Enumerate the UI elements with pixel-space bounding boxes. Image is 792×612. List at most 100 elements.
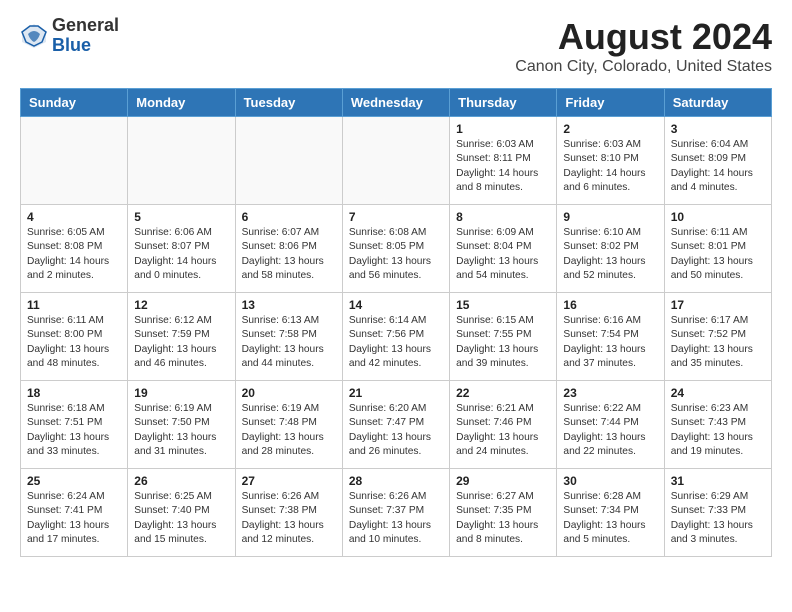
day-number: 11 bbox=[27, 298, 121, 312]
calendar-col-header: Saturday bbox=[664, 89, 771, 117]
day-number: 18 bbox=[27, 386, 121, 400]
calendar-cell: 18Sunrise: 6:18 AM Sunset: 7:51 PM Dayli… bbox=[21, 381, 128, 469]
calendar-cell bbox=[21, 117, 128, 205]
logo-icon bbox=[20, 22, 48, 50]
calendar-cell: 10 Sunrise: 6:11 AM Sunset: 8:01 PM Dayli… bbox=[664, 205, 771, 293]
calendar-cell: 15Sunrise: 6:15 AM Sunset: 7:55 PM Dayli… bbox=[450, 293, 557, 381]
day-info: Sunrise: 6:27 AM Sunset: 7:35 PM Dayligh… bbox=[456, 490, 550, 547]
day-number: 23 bbox=[563, 386, 657, 400]
calendar-cell: 5 Sunrise: 6:06 AM Sunset: 8:07 PM Daylig… bbox=[128, 205, 235, 293]
day-info: Sunrise: 6:25 AM Sunset: 7:40 PM Dayligh… bbox=[134, 490, 228, 547]
calendar-cell: 2Sunrise: 6:03 AM Sunset: 8:10 PM Daylig… bbox=[557, 117, 664, 205]
day-info: Sunrise: 6:14 AM Sunset: 7:56 PM Dayligh… bbox=[349, 314, 443, 371]
day-info: Sunrise: 6:13 AM Sunset: 7:58 PM Dayligh… bbox=[242, 314, 336, 371]
calendar-cell bbox=[128, 117, 235, 205]
calendar-cell: 25 Sunrise: 6:24 AM Sunset: 7:41 PM Dayli… bbox=[21, 469, 128, 557]
day-info: Sunrise: 6:20 AM Sunset: 7:47 PM Dayligh… bbox=[349, 402, 443, 459]
header: General Blue August 2024 Canon City, Col… bbox=[20, 16, 772, 76]
day-number: 1 bbox=[456, 122, 550, 136]
calendar-col-header: Friday bbox=[557, 89, 664, 117]
calendar-cell: 23 Sunrise: 6:22 AM Sunset: 7:44 PM Dayli… bbox=[557, 381, 664, 469]
calendar-cell: 1 Sunrise: 6:03 AM Sunset: 8:11 PM Daylig… bbox=[450, 117, 557, 205]
day-info: Sunrise: 6:16 AM Sunset: 7:54 PM Dayligh… bbox=[563, 314, 657, 371]
day-info: Sunrise: 6:06 AM Sunset: 8:07 PM Dayligh… bbox=[134, 226, 228, 283]
day-info: Sunrise: 6:19 AM Sunset: 7:50 PM Dayligh… bbox=[134, 402, 228, 459]
logo-text: General Blue bbox=[52, 16, 119, 56]
logo: General Blue bbox=[20, 16, 119, 56]
day-info: Sunrise: 6:11 AM Sunset: 8:00 PM Dayligh… bbox=[27, 314, 121, 371]
day-info: Sunrise: 6:28 AM Sunset: 7:34 PM Dayligh… bbox=[563, 490, 657, 547]
calendar-cell: 22 Sunrise: 6:21 AM Sunset: 7:46 PM Dayli… bbox=[450, 381, 557, 469]
calendar-cell: 6 Sunrise: 6:07 AM Sunset: 8:06 PM Daylig… bbox=[235, 205, 342, 293]
day-number: 6 bbox=[242, 210, 336, 224]
day-number: 25 bbox=[27, 474, 121, 488]
day-info: Sunrise: 6:26 AM Sunset: 7:37 PM Dayligh… bbox=[349, 490, 443, 547]
calendar-col-header: Sunday bbox=[21, 89, 128, 117]
day-info: Sunrise: 6:05 AM Sunset: 8:08 PM Dayligh… bbox=[27, 226, 121, 283]
day-number: 30 bbox=[563, 474, 657, 488]
main-title: August 2024 bbox=[515, 16, 772, 58]
day-info: Sunrise: 6:15 AM Sunset: 7:55 PM Dayligh… bbox=[456, 314, 550, 371]
day-number: 5 bbox=[134, 210, 228, 224]
day-number: 10 bbox=[671, 210, 765, 224]
day-info: Sunrise: 6:03 AM Sunset: 8:10 PM Dayligh… bbox=[563, 138, 657, 195]
day-number: 24 bbox=[671, 386, 765, 400]
day-info: Sunrise: 6:03 AM Sunset: 8:11 PM Dayligh… bbox=[456, 138, 550, 195]
calendar-cell: 28 Sunrise: 6:26 AM Sunset: 7:37 PM Dayli… bbox=[342, 469, 449, 557]
day-number: 12 bbox=[134, 298, 228, 312]
day-info: Sunrise: 6:04 AM Sunset: 8:09 PM Dayligh… bbox=[671, 138, 765, 195]
calendar-cell: 17Sunrise: 6:17 AM Sunset: 7:52 PM Dayli… bbox=[664, 293, 771, 381]
week-row-2: 4 Sunrise: 6:05 AM Sunset: 8:08 PM Daylig… bbox=[21, 205, 772, 293]
day-number: 14 bbox=[349, 298, 443, 312]
day-info: Sunrise: 6:21 AM Sunset: 7:46 PM Dayligh… bbox=[456, 402, 550, 459]
day-info: Sunrise: 6:11 AM Sunset: 8:01 PM Dayligh… bbox=[671, 226, 765, 283]
day-number: 8 bbox=[456, 210, 550, 224]
calendar-cell: 7 Sunrise: 6:08 AM Sunset: 8:05 PM Daylig… bbox=[342, 205, 449, 293]
day-number: 4 bbox=[27, 210, 121, 224]
calendar-cell bbox=[235, 117, 342, 205]
week-row-1: 1 Sunrise: 6:03 AM Sunset: 8:11 PM Daylig… bbox=[21, 117, 772, 205]
day-info: Sunrise: 6:22 AM Sunset: 7:44 PM Dayligh… bbox=[563, 402, 657, 459]
calendar-cell: 30 Sunrise: 6:28 AM Sunset: 7:34 PM Dayli… bbox=[557, 469, 664, 557]
calendar-cell: 11 Sunrise: 6:11 AM Sunset: 8:00 PM Dayli… bbox=[21, 293, 128, 381]
calendar-header-row: SundayMondayTuesdayWednesdayThursdayFrid… bbox=[21, 89, 772, 117]
calendar-cell: 26Sunrise: 6:25 AM Sunset: 7:40 PM Dayli… bbox=[128, 469, 235, 557]
day-number: 27 bbox=[242, 474, 336, 488]
calendar-col-header: Monday bbox=[128, 89, 235, 117]
day-number: 22 bbox=[456, 386, 550, 400]
week-row-3: 11 Sunrise: 6:11 AM Sunset: 8:00 PM Dayli… bbox=[21, 293, 772, 381]
day-number: 7 bbox=[349, 210, 443, 224]
day-number: 13 bbox=[242, 298, 336, 312]
calendar-cell: 14 Sunrise: 6:14 AM Sunset: 7:56 PM Dayli… bbox=[342, 293, 449, 381]
calendar-cell: 19 Sunrise: 6:19 AM Sunset: 7:50 PM Dayli… bbox=[128, 381, 235, 469]
day-number: 3 bbox=[671, 122, 765, 136]
title-section: August 2024 Canon City, Colorado, United… bbox=[515, 16, 772, 76]
calendar-cell: 31 Sunrise: 6:29 AM Sunset: 7:33 PM Dayli… bbox=[664, 469, 771, 557]
calendar-cell: 29Sunrise: 6:27 AM Sunset: 7:35 PM Dayli… bbox=[450, 469, 557, 557]
day-info: Sunrise: 6:17 AM Sunset: 7:52 PM Dayligh… bbox=[671, 314, 765, 371]
day-number: 16 bbox=[563, 298, 657, 312]
day-info: Sunrise: 6:29 AM Sunset: 7:33 PM Dayligh… bbox=[671, 490, 765, 547]
day-info: Sunrise: 6:12 AM Sunset: 7:59 PM Dayligh… bbox=[134, 314, 228, 371]
subtitle: Canon City, Colorado, United States bbox=[515, 58, 772, 76]
calendar-cell: 27Sunrise: 6:26 AM Sunset: 7:38 PM Dayli… bbox=[235, 469, 342, 557]
day-info: Sunrise: 6:08 AM Sunset: 8:05 PM Dayligh… bbox=[349, 226, 443, 283]
day-info: Sunrise: 6:23 AM Sunset: 7:43 PM Dayligh… bbox=[671, 402, 765, 459]
day-info: Sunrise: 6:24 AM Sunset: 7:41 PM Dayligh… bbox=[27, 490, 121, 547]
calendar-cell: 24 Sunrise: 6:23 AM Sunset: 7:43 PM Dayli… bbox=[664, 381, 771, 469]
calendar-cell: 9Sunrise: 6:10 AM Sunset: 8:02 PM Daylig… bbox=[557, 205, 664, 293]
day-number: 9 bbox=[563, 210, 657, 224]
day-number: 28 bbox=[349, 474, 443, 488]
calendar-cell: 16 Sunrise: 6:16 AM Sunset: 7:54 PM Dayli… bbox=[557, 293, 664, 381]
day-info: Sunrise: 6:19 AM Sunset: 7:48 PM Dayligh… bbox=[242, 402, 336, 459]
day-info: Sunrise: 6:07 AM Sunset: 8:06 PM Dayligh… bbox=[242, 226, 336, 283]
calendar-cell: 4 Sunrise: 6:05 AM Sunset: 8:08 PM Daylig… bbox=[21, 205, 128, 293]
calendar-cell: 12 Sunrise: 6:12 AM Sunset: 7:59 PM Dayli… bbox=[128, 293, 235, 381]
week-row-4: 18Sunrise: 6:18 AM Sunset: 7:51 PM Dayli… bbox=[21, 381, 772, 469]
day-number: 31 bbox=[671, 474, 765, 488]
day-number: 19 bbox=[134, 386, 228, 400]
calendar-cell: 3 Sunrise: 6:04 AM Sunset: 8:09 PM Daylig… bbox=[664, 117, 771, 205]
calendar-body: 1 Sunrise: 6:03 AM Sunset: 8:11 PM Daylig… bbox=[21, 117, 772, 557]
calendar-col-header: Wednesday bbox=[342, 89, 449, 117]
calendar-table: SundayMondayTuesdayWednesdayThursdayFrid… bbox=[20, 88, 772, 557]
